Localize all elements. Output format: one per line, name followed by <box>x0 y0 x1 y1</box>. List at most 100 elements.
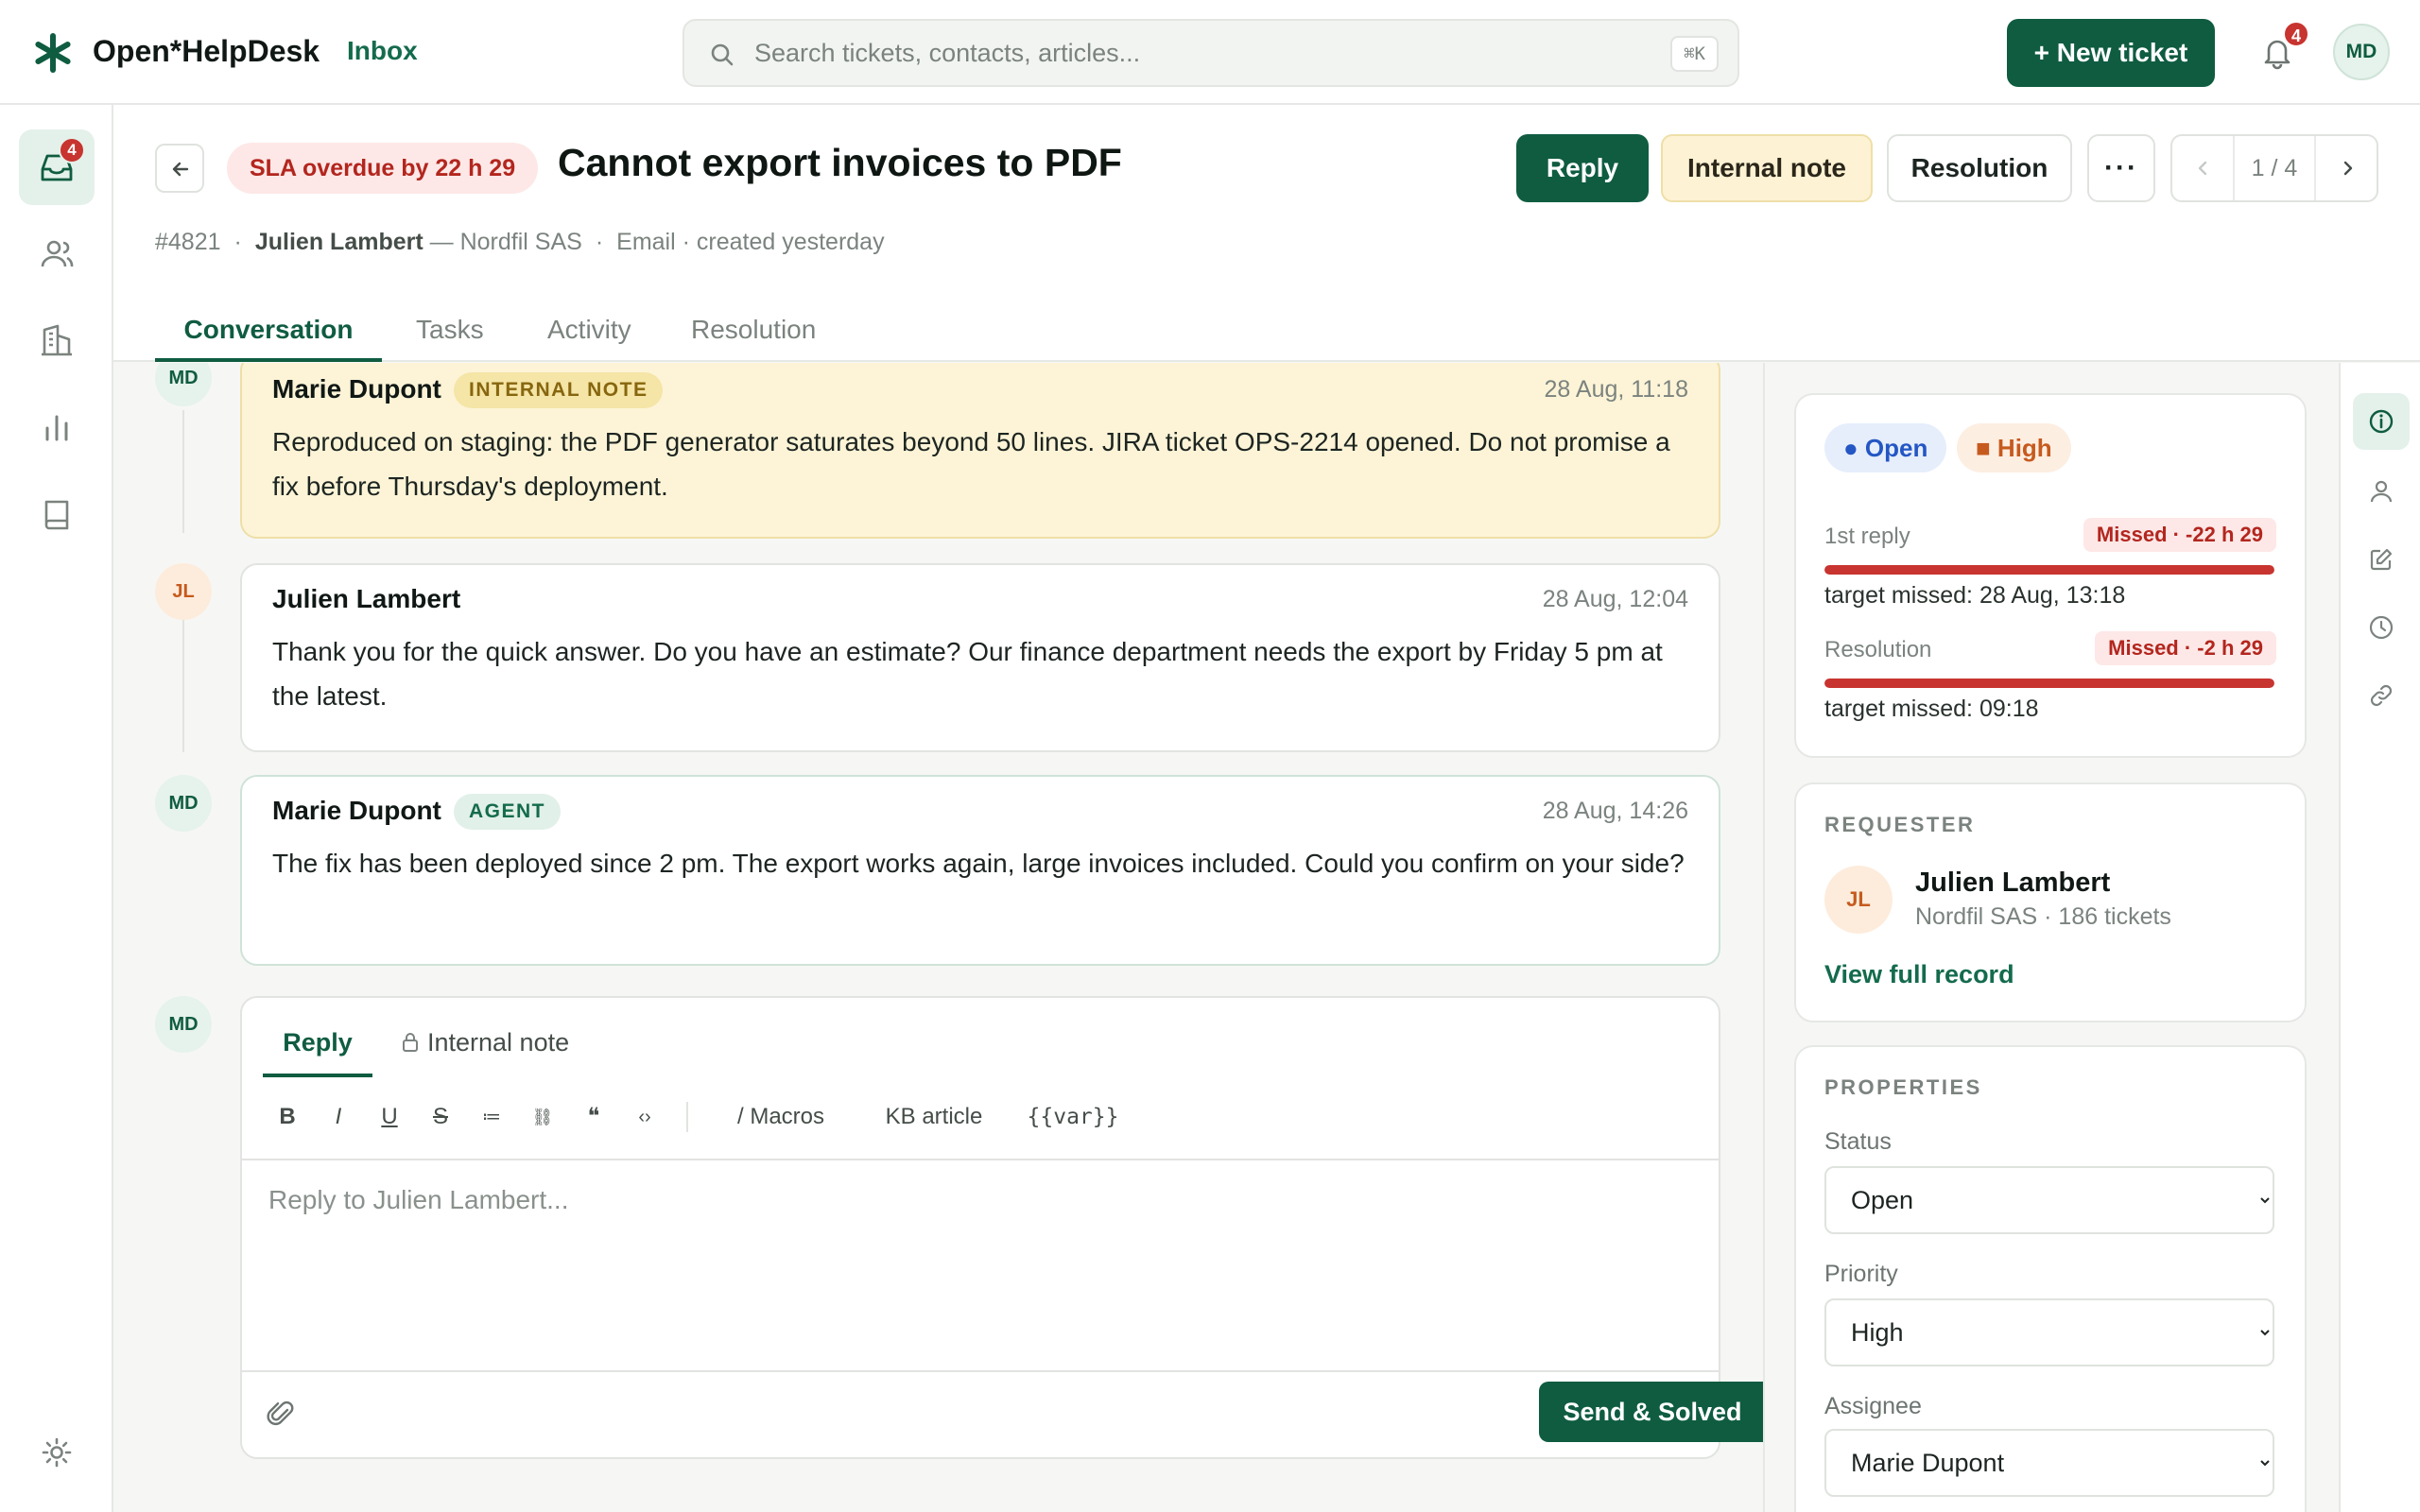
sla-resolution-label: Resolution <box>1824 637 1932 662</box>
nav-settings[interactable] <box>19 1415 95 1490</box>
section-link-inbox[interactable]: Inbox <box>347 36 418 66</box>
tab-activity[interactable]: Activity <box>547 294 631 362</box>
properties-heading: PROPERTIES <box>1824 1075 1982 1099</box>
sla-first-reply-missed: Missed · -22 h 29 <box>2083 518 2276 552</box>
kb-article-button[interactable]: KB article <box>862 1089 1006 1145</box>
chevron-right-icon <box>2343 161 2353 176</box>
composer-tab-internal-note[interactable]: Internal note <box>401 1015 569 1077</box>
nav-inbox[interactable]: 4 <box>19 129 95 205</box>
user-avatar[interactable]: MD <box>2333 24 2390 80</box>
clock-icon <box>2369 615 2394 640</box>
message-avatar: MD <box>155 775 212 832</box>
right-tool-rail <box>2339 363 2420 1512</box>
settings-icon <box>42 1437 72 1468</box>
search-shortcut: ⌘K <box>1670 36 1719 72</box>
next-ticket-button[interactable] <box>2314 136 2377 200</box>
more-actions-button[interactable]: ··· <box>2087 134 2155 202</box>
status-pill: ● Open <box>1824 423 1947 472</box>
bold-button[interactable]: B <box>263 1089 312 1145</box>
pager-count: 1 / 4 <box>2251 155 2298 181</box>
contact-panel-button[interactable] <box>2353 463 2410 520</box>
code-button[interactable]: ‹› <box>620 1089 669 1145</box>
info-icon <box>2369 409 2394 434</box>
status-label: Status <box>1824 1128 1892 1155</box>
sla-card: ● Open ■ High 1st reply Missed · -22 h 2… <box>1794 393 2307 758</box>
new-ticket-button[interactable]: + New ticket <box>2007 19 2215 87</box>
tab-tasks[interactable]: Tasks <box>416 294 484 362</box>
timeline-connector <box>182 410 184 533</box>
resolution-button[interactable]: Resolution <box>1887 134 2072 202</box>
italic-button[interactable]: I <box>314 1089 363 1145</box>
companies-icon <box>42 324 72 356</box>
asterisk-logo-icon <box>35 33 71 73</box>
message-body: Reproduced on staging: the PDF generator… <box>272 427 1670 501</box>
ticket-title: Cannot export invoices to PDF <box>558 141 1122 184</box>
reply-composer: Reply Internal note B I U S ≔ ⛓ ❝ ‹› / M… <box>240 996 1763 1459</box>
priority-select[interactable]: High <box>1824 1298 2274 1366</box>
tab-resolution[interactable]: Resolution <box>691 294 816 362</box>
composer-tab-reply[interactable]: Reply <box>263 1015 372 1077</box>
notes-panel-button[interactable] <box>2353 531 2410 588</box>
top-bar: Open*HelpDesk Inbox ⌘K + New ticket 4 MD <box>0 0 2420 105</box>
priority-label: Priority <box>1824 1261 1898 1287</box>
linked-items-button[interactable] <box>2353 667 2410 724</box>
list-button[interactable]: ≔ <box>467 1089 516 1145</box>
message-time: 28 Aug, 11:18 <box>1544 376 1688 403</box>
nav-reports[interactable] <box>19 390 95 466</box>
global-search[interactable]: ⌘K <box>683 19 1739 87</box>
sla-first-reply-target: target missed: 28 Aug, 13:18 <box>1824 582 2126 609</box>
previous-ticket-button[interactable] <box>2172 136 2235 200</box>
strikethrough-button[interactable]: S <box>416 1089 465 1145</box>
internal-note-button[interactable]: Internal note <box>1661 134 1873 202</box>
composer-avatar: MD <box>155 996 212 1053</box>
message-author: Marie Dupont <box>272 796 441 825</box>
requester-name: Julien Lambert <box>1915 868 2111 898</box>
details-panel-button[interactable] <box>2353 393 2410 450</box>
link-icon <box>2370 684 2393 707</box>
timeline-connector <box>182 610 184 752</box>
chevron-left-icon <box>2198 161 2207 176</box>
message-avatar: MD <box>155 363 212 406</box>
history-panel-button[interactable] <box>2353 599 2410 656</box>
macros-button[interactable]: / Macros <box>705 1089 856 1145</box>
underline-button[interactable]: U <box>365 1089 414 1145</box>
link-button[interactable]: ⛓ <box>518 1089 567 1145</box>
lock-icon <box>403 1033 418 1052</box>
ticket-id: #4821 <box>155 229 221 255</box>
quote-button[interactable]: ❝ <box>569 1089 618 1145</box>
user-icon <box>2370 480 2393 503</box>
edit-icon <box>2370 548 2393 571</box>
reply-editor[interactable] <box>242 1159 1719 1372</box>
message-avatar: JL <box>155 563 212 620</box>
notification-badge: 4 <box>2283 21 2309 47</box>
internal-note-tag: INTERNAL NOTE <box>454 372 664 408</box>
paperclip-icon[interactable] <box>265 1397 297 1429</box>
reply-button[interactable]: Reply <box>1516 134 1649 202</box>
sla-resolution-fill <box>1824 679 2274 688</box>
priority-pill: ■ High <box>1957 423 2071 472</box>
sla-first-reply-label: 1st reply <box>1824 524 1910 549</box>
assignee-label: Assignee <box>1824 1393 1922 1419</box>
back-button[interactable] <box>155 144 204 193</box>
variable-button[interactable]: {{var}} <box>1011 1089 1134 1145</box>
nav-contacts[interactable] <box>19 216 95 292</box>
tab-conversation[interactable]: Conversation <box>155 294 382 362</box>
ticket-company: — Nordfil SAS <box>429 229 582 255</box>
nav-companies[interactable] <box>19 303 95 379</box>
message-time: 28 Aug, 12:04 <box>1542 586 1688 612</box>
status-select[interactable]: Open <box>1824 1166 2274 1234</box>
view-full-record-link[interactable]: View full record <box>1824 960 2014 989</box>
nav-knowledge-base[interactable] <box>19 477 95 553</box>
requester-card: REQUESTER JL Julien Lambert Nordfil SAS … <box>1794 782 2307 1022</box>
sla-resolution-missed: Missed · -2 h 29 <box>2095 631 2276 665</box>
send-and-solve-button[interactable]: Send & Solved <box>1539 1382 1763 1442</box>
brand-name: Open*HelpDesk <box>93 34 320 68</box>
sla-resolution-bar <box>1824 679 2274 688</box>
search-input[interactable] <box>754 28 1586 77</box>
ticket-requester[interactable]: Julien Lambert <box>255 229 424 255</box>
sla-first-reply-fill <box>1824 565 2274 575</box>
agent-tag: AGENT <box>454 794 561 830</box>
assignee-select[interactable]: Marie Dupont <box>1824 1429 2274 1497</box>
ticket-pager: 1 / 4 <box>2170 134 2378 202</box>
sla-overdue-badge: SLA overdue by 22 h 29 <box>227 143 539 194</box>
